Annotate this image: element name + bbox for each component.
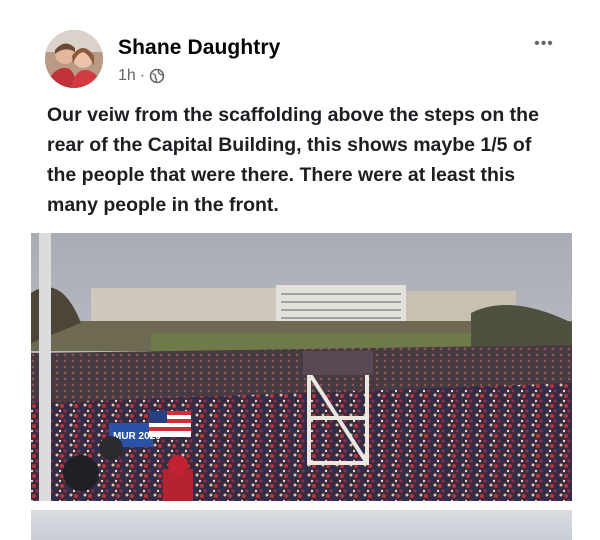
author-name[interactable]: Shane Daughtry	[118, 36, 280, 60]
facebook-post: Shane Daughtry 1h · ••• Our veiw from th…	[0, 0, 600, 540]
post-photo[interactable]: MUR 2020	[31, 233, 572, 501]
post-meta: 1h ·	[118, 66, 165, 86]
more-options-icon[interactable]: •••	[528, 35, 560, 52]
post-time[interactable]: 1h	[118, 67, 136, 85]
avatar-photo	[45, 30, 103, 88]
crowd-photo: MUR 2020	[31, 233, 572, 501]
meta-separator: ·	[139, 67, 146, 84]
globe-icon[interactable]	[149, 68, 165, 84]
post-text: Our veiw from the scaffolding above the …	[47, 104, 539, 216]
author-avatar[interactable]	[45, 30, 103, 88]
post-photo-2[interactable]	[31, 510, 572, 540]
